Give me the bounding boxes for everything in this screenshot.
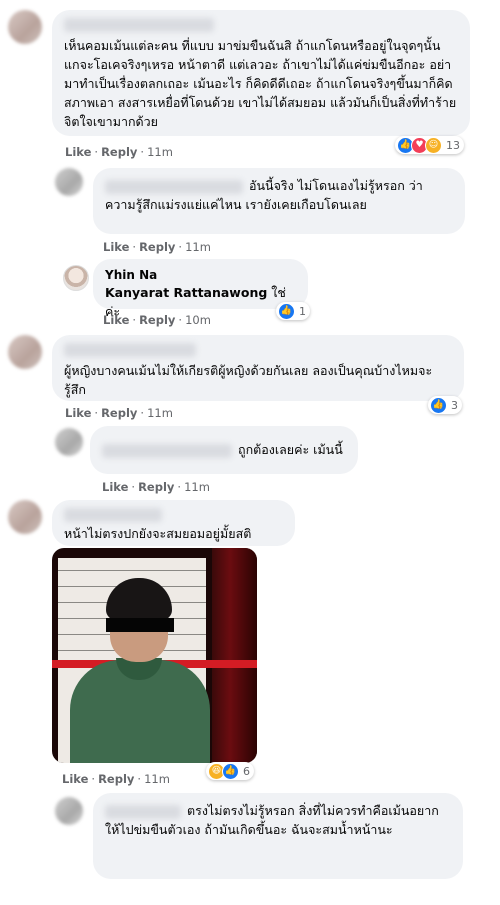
reply-link[interactable]: Reply (101, 145, 137, 159)
commenter-name-redacted[interactable] (102, 443, 232, 458)
commenter-name-redacted[interactable] (64, 18, 214, 32)
comment-text: ถูกต้องเลยค่ะ เม้นนี้ (238, 442, 343, 457)
like-link[interactable]: Like (103, 313, 129, 327)
comment-timestamp[interactable]: 11m (185, 240, 211, 254)
comment-timestamp[interactable]: 11m (147, 145, 173, 159)
comment-actions: Like · Reply · 11m (65, 406, 173, 420)
reaction-summary[interactable]: 👍 3 (428, 396, 462, 414)
comment-bubble: หน้าไม่ตรงปกยังจะสมยอมอยู่มั้ยสติ (52, 500, 295, 546)
comment-actions: Like · Reply · 11m (65, 145, 173, 159)
care-reaction-icon: ☺ (425, 136, 442, 154)
commenter-name-redacted[interactable] (64, 508, 162, 522)
comment-timestamp[interactable]: 11m (184, 480, 210, 494)
attached-photo[interactable] (52, 548, 257, 763)
mention-link[interactable]: Kanyarat Rattanawong (105, 285, 267, 300)
like-link[interactable]: Like (65, 145, 91, 159)
comment-actions: Like · Reply · 11m (102, 480, 210, 494)
reaction-summary[interactable]: 👍 1 (276, 302, 310, 320)
commenter-name-redacted[interactable] (105, 804, 181, 819)
commenter-avatar[interactable] (55, 428, 83, 456)
comment-actions: Like · Reply · 11m (62, 772, 170, 786)
comment-bubble: อันนี้จริง ไม่โดนเองไม่รู้หรอก ว่าความรู… (93, 168, 465, 234)
like-reaction-icon: 👍 (222, 762, 239, 780)
commenter-avatar[interactable] (8, 335, 42, 369)
comment-actions: Like · Reply · 10m (103, 313, 211, 327)
comment-text: หน้าไม่ตรงปกยังจะสมยอมอยู่มั้ยสติ (64, 526, 252, 541)
comment-bubble: ตรงไม่ตรงไม่รู้หรอก สิ่งที่ไม่ควรทำคือเม… (93, 793, 463, 879)
commenter-avatar[interactable] (55, 797, 83, 825)
like-link[interactable]: Like (65, 406, 91, 420)
reaction-count: 13 (446, 138, 460, 152)
reply-link[interactable]: Reply (139, 240, 175, 254)
comment-timestamp[interactable]: 11m (144, 772, 170, 786)
reaction-summary[interactable]: 😆 👍 6 (206, 762, 254, 780)
like-reaction-icon: 👍 (430, 396, 447, 414)
reaction-count: 6 (243, 764, 250, 778)
commenter-avatar[interactable] (55, 168, 83, 196)
commenter-avatar[interactable] (8, 500, 42, 534)
like-link[interactable]: Like (103, 240, 129, 254)
comment-timestamp[interactable]: 11m (147, 406, 173, 420)
commenter-name-redacted[interactable] (64, 343, 196, 357)
like-link[interactable]: Like (102, 480, 128, 494)
comment-bubble: ผู้หญิงบางคนเม้นไม่ให้เกียรติผู้หญิงด้วย… (52, 335, 464, 401)
reply-link[interactable]: Reply (98, 772, 134, 786)
reply-link[interactable]: Reply (139, 313, 175, 327)
like-link[interactable]: Like (62, 772, 88, 786)
commenter-name[interactable]: Yhin Na (105, 267, 296, 283)
comment-text: ผู้หญิงบางคนเม้นไม่ให้เกียรติผู้หญิงด้วย… (64, 363, 433, 397)
censor-bar (106, 618, 174, 632)
comment-bubble: ถูกต้องเลยค่ะ เม้นนี้ (90, 426, 358, 474)
reaction-count: 1 (299, 304, 306, 318)
comment-timestamp[interactable]: 10m (185, 313, 211, 327)
reaction-summary[interactable]: 👍 ♥ ☺ 13 (395, 136, 464, 154)
reply-link[interactable]: Reply (138, 480, 174, 494)
commenter-avatar[interactable] (63, 265, 89, 291)
commenter-name-redacted[interactable] (105, 179, 243, 194)
comment-bubble: Yhin Na Kanyarat Rattanawong ใช่ค่ะ (93, 259, 308, 319)
comment-text: เห็นคอมเม้นแต่ละคน ที่แบบ มาข่มขืนฉันสิ … (64, 38, 457, 129)
commenter-avatar[interactable] (8, 10, 42, 44)
like-reaction-icon: 👍 (278, 302, 295, 320)
comment-bubble: เห็นคอมเม้นแต่ละคน ที่แบบ มาข่มขืนฉันสิ … (52, 10, 470, 136)
comment-actions: Like · Reply · 11m (103, 240, 211, 254)
reply-link[interactable]: Reply (101, 406, 137, 420)
reaction-count: 3 (451, 398, 458, 412)
